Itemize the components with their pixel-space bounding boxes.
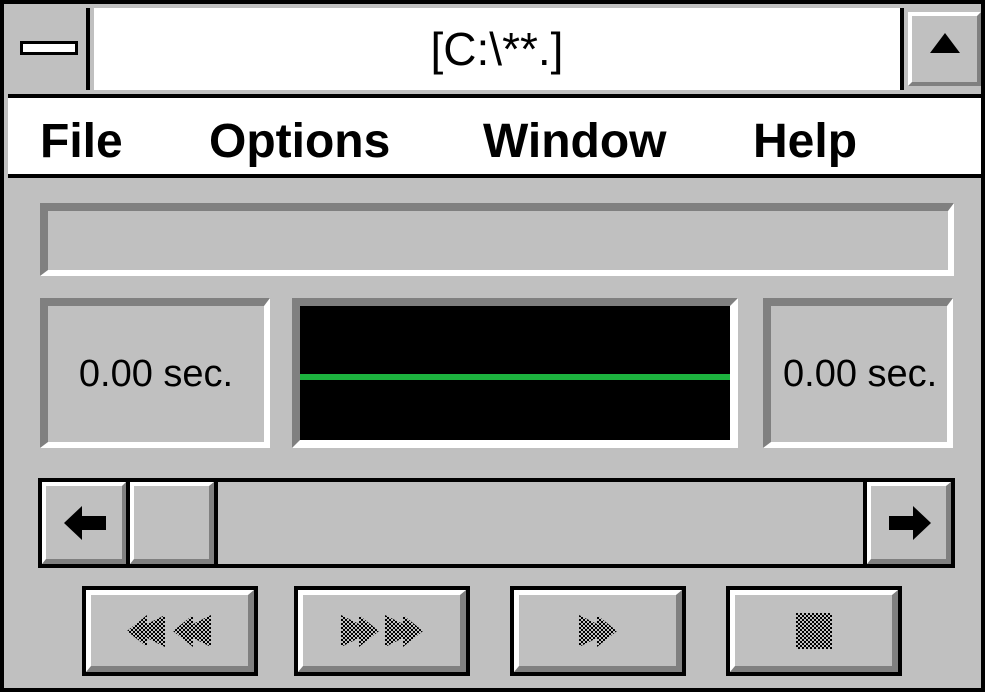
position-readout: 0.00 sec. — [40, 298, 270, 448]
status-panel — [40, 203, 954, 276]
scroll-thumb-edge — [214, 482, 218, 564]
rewind-icon — [126, 614, 211, 647]
scroll-left-button[interactable] — [42, 482, 126, 564]
system-menu-button[interactable] — [8, 8, 90, 90]
menu-options[interactable]: Options — [209, 114, 390, 169]
stop-icon — [795, 612, 832, 649]
waveform-display — [292, 298, 738, 448]
right-arrow-icon — [889, 506, 931, 540]
play-icon — [578, 614, 617, 647]
length-readout: 0.00 sec. — [763, 298, 953, 448]
stop-button-face — [730, 590, 898, 672]
scroll-right-button[interactable] — [867, 482, 951, 564]
waveform-line — [300, 374, 730, 380]
fast-forward-button-face — [298, 590, 466, 672]
rewind-button[interactable] — [82, 586, 258, 676]
up-triangle-icon — [930, 33, 960, 53]
left-arrow-icon — [64, 506, 106, 540]
play-button[interactable] — [510, 586, 686, 676]
maximize-button[interactable] — [900, 8, 981, 90]
scroll-thumb[interactable] — [130, 482, 214, 564]
menu-window[interactable]: Window — [483, 114, 667, 169]
play-button-face — [514, 590, 682, 672]
menu-bar: File Options Window Help — [8, 94, 981, 178]
menu-file[interactable]: File — [40, 114, 123, 169]
menu-help[interactable]: Help — [753, 114, 857, 169]
position-scrollbar[interactable] — [38, 478, 955, 568]
system-menu-icon — [20, 41, 78, 55]
stop-button[interactable] — [726, 586, 902, 676]
sound-recorder-window: [C:\**.] File Options Window Help 0.00 s… — [0, 0, 985, 692]
rewind-button-face — [86, 590, 254, 672]
fast-forward-icon — [340, 614, 423, 647]
window-title: [C:\**.] — [94, 8, 900, 90]
fast-forward-button[interactable] — [294, 586, 470, 676]
